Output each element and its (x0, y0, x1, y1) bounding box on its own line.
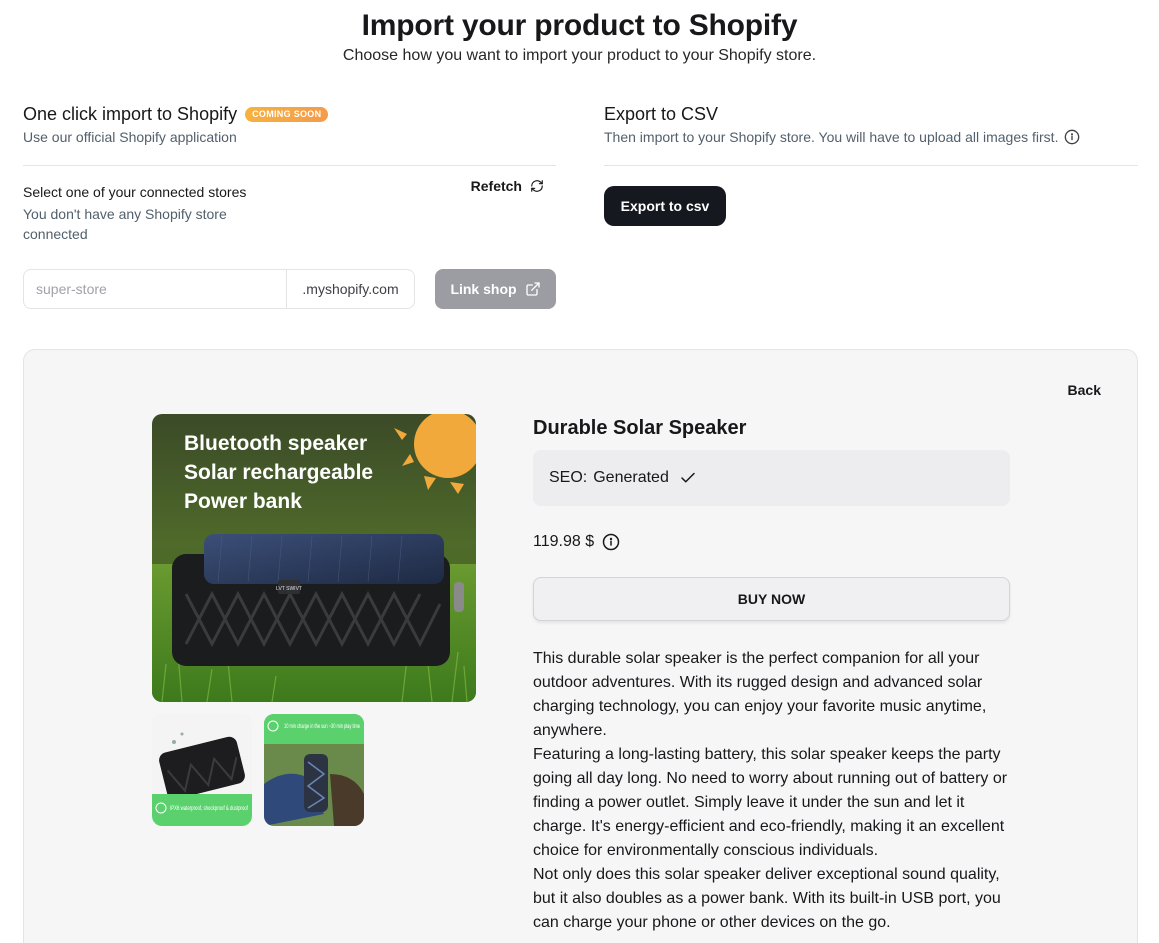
shop-name-input[interactable] (24, 270, 286, 308)
link-shop-row: .myshopify.com Link shop (23, 269, 556, 309)
coming-soon-badge: COMING SOON (245, 106, 329, 122)
price-row: 119.98 $ (533, 533, 1010, 551)
export-csv-button[interactable]: Export to csv (604, 186, 726, 226)
product-thumbnail-1[interactable]: IPX6 waterproof, shockproof & dustproof (152, 714, 252, 826)
csv-export-section: Export to CSV Then import to your Shopif… (604, 100, 1138, 226)
shop-domain-field: .myshopify.com (23, 269, 415, 309)
page-title: Import your product to Shopify (361, 9, 798, 42)
back-button[interactable]: Back (1068, 382, 1101, 398)
refetch-label: Refetch (470, 178, 522, 194)
connected-stores: Select one of your connected stores You … (23, 178, 556, 254)
one-click-title: One click import to Shopify (23, 103, 238, 124)
stores-empty-message: You don't have any Shopify store connect… (23, 206, 227, 242)
one-click-subtitle: Use our official Shopify application (23, 129, 237, 145)
product-details: Durable Solar Speaker SEO: Generated 119… (533, 414, 1010, 935)
product-thumbnail-2[interactable]: 10 min charge in the sun ~30 min play ti… (264, 714, 364, 826)
product-preview-panel: Back LVT SWIVT Bluetooth speaker Solar r… (23, 349, 1138, 943)
check-icon (681, 472, 695, 483)
refresh-icon (531, 180, 543, 192)
thumb2-caption: 10 min charge in the sun ~30 min play ti… (284, 724, 360, 730)
external-link-icon (525, 282, 540, 296)
one-click-import-section: One click import to Shopify COMING SOON … (23, 100, 556, 309)
divider (604, 165, 1138, 166)
description-paragraph: Not only does this solar speaker deliver… (533, 866, 1001, 931)
seo-status: SEO: Generated (533, 450, 1010, 506)
csv-title: Export to CSV (604, 103, 719, 124)
info-icon[interactable] (602, 533, 620, 551)
link-shop-button[interactable]: Link shop (435, 269, 556, 309)
image-text-line-2: Solar rechargeable (184, 461, 373, 484)
product-title: Durable Solar Speaker (533, 417, 747, 439)
page-subtitle: Choose how you want to import your produ… (342, 47, 817, 64)
import-options: One click import to Shopify COMING SOON … (23, 100, 1138, 320)
description-paragraph: This durable solar speaker is the perfec… (533, 650, 987, 739)
shop-domain-suffix: .myshopify.com (286, 270, 414, 308)
csv-subtitle: Then import to your Shopify store. You w… (604, 129, 1059, 145)
refetch-button[interactable]: Refetch (471, 178, 544, 194)
seo-label: SEO: (549, 469, 588, 486)
buy-now-button[interactable]: BUY NOW (533, 577, 1010, 621)
info-icon[interactable] (1064, 129, 1080, 145)
seo-value: Generated (593, 469, 669, 486)
description-paragraph: Featuring a long-lasting battery, this s… (533, 746, 1008, 859)
page-header: Import your product to Shopify Choose ho… (0, 0, 1159, 65)
product-main-image[interactable]: LVT SWIVT Bluetooth speaker Solar rechar… (152, 414, 476, 702)
divider (23, 165, 556, 166)
speaker-brand: LVT SWIVT (276, 586, 302, 592)
image-text-line-1: Bluetooth speaker (184, 432, 367, 455)
product-price: 119.98 $ (533, 533, 595, 550)
thumb1-caption: IPX6 waterproof, shockproof & dustproof (170, 806, 248, 812)
product-description: This durable solar speaker is the perfec… (533, 647, 1010, 935)
link-shop-label: Link shop (450, 281, 517, 297)
image-text-line-3: Power bank (184, 490, 302, 513)
csv-subtitle-row: Then import to your Shopify store. You w… (604, 129, 1138, 145)
speaker-illustration: LVT SWIVT (172, 534, 464, 666)
one-click-title-row: One click import to Shopify COMING SOON (23, 100, 556, 128)
